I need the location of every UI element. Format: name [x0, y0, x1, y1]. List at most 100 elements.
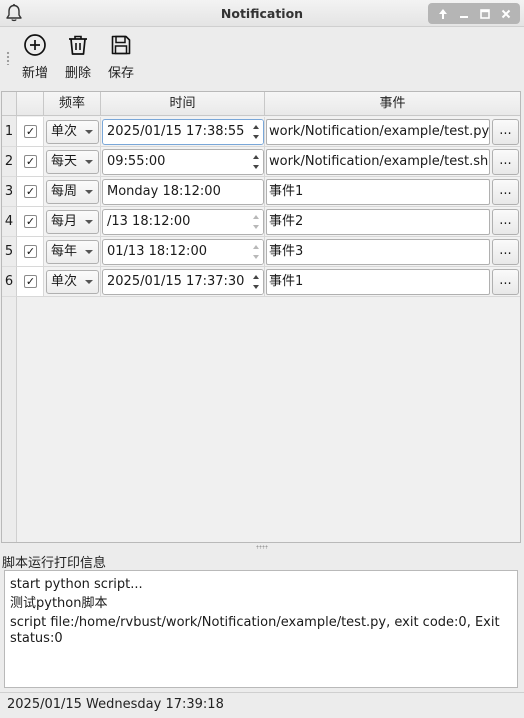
frequency-cell: 每月: [44, 207, 101, 237]
time-cell: 2025/01/15 17:37:30: [101, 267, 265, 297]
close-icon[interactable]: [498, 6, 514, 22]
log-output[interactable]: start python script... 测试python脚本 script…: [4, 570, 518, 688]
enabled-checkbox[interactable]: ✓: [24, 215, 37, 228]
spin-up-icon[interactable]: [253, 155, 259, 159]
table-row: 4 ✓ 每月 /13 18:12:00 事件2 ...: [2, 207, 520, 237]
maximize-icon[interactable]: [477, 6, 493, 22]
event-cell: 事件1: [265, 177, 491, 207]
spin-up-icon[interactable]: [253, 215, 259, 219]
toolbar-grip[interactable]: [6, 51, 10, 65]
chevron-down-icon: [85, 160, 93, 164]
frequency-cell: 每周: [44, 177, 101, 207]
spin-arrows[interactable]: [250, 240, 263, 264]
delete-button[interactable]: 删除: [58, 33, 98, 85]
status-bar: 2025/01/15 Wednesday 17:39:18: [0, 692, 524, 718]
event-cell: 事件1: [265, 267, 491, 297]
enabled-checkbox[interactable]: ✓: [24, 125, 37, 138]
spin-down-icon[interactable]: [253, 135, 259, 139]
enabled-cell: ✓: [17, 207, 44, 237]
frequency-select[interactable]: 每月: [46, 210, 99, 234]
time-input[interactable]: 09:55:00: [102, 149, 264, 175]
browse-button[interactable]: ...: [492, 179, 519, 205]
floppy-disk-icon: [111, 35, 131, 55]
frequency-select[interactable]: 每周: [46, 180, 99, 204]
table-corner-button[interactable]: [2, 92, 17, 116]
event-input[interactable]: work/Notification/example/test.py: [266, 119, 490, 145]
row-number[interactable]: 2: [2, 147, 17, 177]
save-label: 保存: [107, 66, 134, 81]
row-number[interactable]: 4: [2, 207, 17, 237]
frequency-cell: 单次: [44, 267, 101, 297]
spin-down-icon[interactable]: [253, 285, 259, 289]
spin-arrows[interactable]: [250, 150, 263, 174]
spin-up-icon[interactable]: [253, 125, 259, 129]
enabled-checkbox[interactable]: ✓: [24, 275, 37, 288]
enabled-checkbox[interactable]: ✓: [24, 185, 37, 198]
row-number[interactable]: 6: [2, 267, 17, 297]
browse-button[interactable]: ...: [492, 269, 519, 295]
time-cell: 2025/01/15 17:38:55: [101, 117, 265, 147]
spin-arrows[interactable]: [250, 270, 263, 294]
time-input[interactable]: 2025/01/15 17:38:55: [102, 119, 264, 145]
time-cell: 09:55:00: [101, 147, 265, 177]
schedule-table: 频率 时间 事件 1 ✓ 单次 2025/01/15 17:38:55 work…: [1, 91, 521, 543]
event-input[interactable]: 事件2: [266, 209, 490, 235]
time-value: /13 18:12:00: [107, 214, 191, 229]
browse-button[interactable]: ...: [492, 209, 519, 235]
header-frequency[interactable]: 频率: [44, 92, 101, 116]
browse-button[interactable]: ...: [492, 149, 519, 175]
event-cell: work/Notification/example/test.py: [265, 117, 491, 147]
minimize-icon[interactable]: [456, 6, 472, 22]
event-input[interactable]: 事件1: [266, 179, 490, 205]
time-input[interactable]: /13 18:12:00: [102, 209, 264, 235]
event-input[interactable]: 事件1: [266, 269, 490, 295]
time-input[interactable]: 01/13 18:12:00: [102, 239, 264, 265]
row-number[interactable]: 3: [2, 177, 17, 207]
enabled-checkbox[interactable]: ✓: [24, 155, 37, 168]
spin-down-icon[interactable]: [253, 225, 259, 229]
table-row: 5 ✓ 每年 01/13 18:12:00 事件3 ...: [2, 237, 520, 267]
frequency-select[interactable]: 单次: [46, 120, 99, 144]
add-circle-icon: [24, 34, 46, 56]
more-cell: ...: [491, 207, 520, 237]
time-input[interactable]: Monday 18:12:00: [102, 179, 264, 205]
add-label: 新增: [21, 66, 48, 81]
spin-up-icon[interactable]: [253, 245, 259, 249]
browse-button[interactable]: ...: [492, 119, 519, 145]
spin-up-icon[interactable]: [253, 275, 259, 279]
frequency-select[interactable]: 单次: [46, 270, 99, 294]
log-line: start python script...: [10, 577, 143, 592]
enabled-cell: ✓: [17, 117, 44, 147]
splitter-handle[interactable]: [256, 545, 268, 549]
time-cell: 01/13 18:12:00: [101, 237, 265, 267]
event-input[interactable]: 事件3: [266, 239, 490, 265]
spin-down-icon[interactable]: [253, 165, 259, 169]
more-cell: ...: [491, 237, 520, 267]
frequency-select[interactable]: 每年: [46, 240, 99, 264]
frequency-select[interactable]: 每天: [46, 150, 99, 174]
enabled-cell: ✓: [17, 267, 44, 297]
log-line: script file:/home/rvbust/work/Notificati…: [10, 615, 500, 646]
spin-arrows[interactable]: [250, 120, 263, 144]
header-event[interactable]: 事件: [265, 92, 520, 116]
header-enabled[interactable]: [17, 92, 44, 116]
more-cell: ...: [491, 267, 520, 297]
chevron-down-icon: [85, 250, 93, 254]
spin-arrows[interactable]: [250, 210, 263, 234]
pin-icon[interactable]: [435, 6, 451, 22]
spin-down-icon[interactable]: [253, 255, 259, 259]
title-bar: Notification: [0, 0, 524, 27]
save-button[interactable]: 保存: [101, 33, 141, 85]
browse-button[interactable]: ...: [492, 239, 519, 265]
enabled-checkbox[interactable]: ✓: [24, 245, 37, 258]
table-row: 6 ✓ 单次 2025/01/15 17:37:30 事件1 ...: [2, 267, 520, 297]
row-number[interactable]: 5: [2, 237, 17, 267]
header-time[interactable]: 时间: [101, 92, 265, 116]
time-input[interactable]: 2025/01/15 17:37:30: [102, 269, 264, 295]
frequency-value: 单次: [51, 274, 78, 289]
row-number[interactable]: 1: [2, 117, 17, 147]
add-button[interactable]: 新增: [15, 33, 55, 85]
chevron-down-icon: [85, 280, 93, 284]
event-input[interactable]: work/Notification/example/test.sh: [266, 149, 490, 175]
table-row: 1 ✓ 单次 2025/01/15 17:38:55 work/Notifica…: [2, 117, 520, 147]
